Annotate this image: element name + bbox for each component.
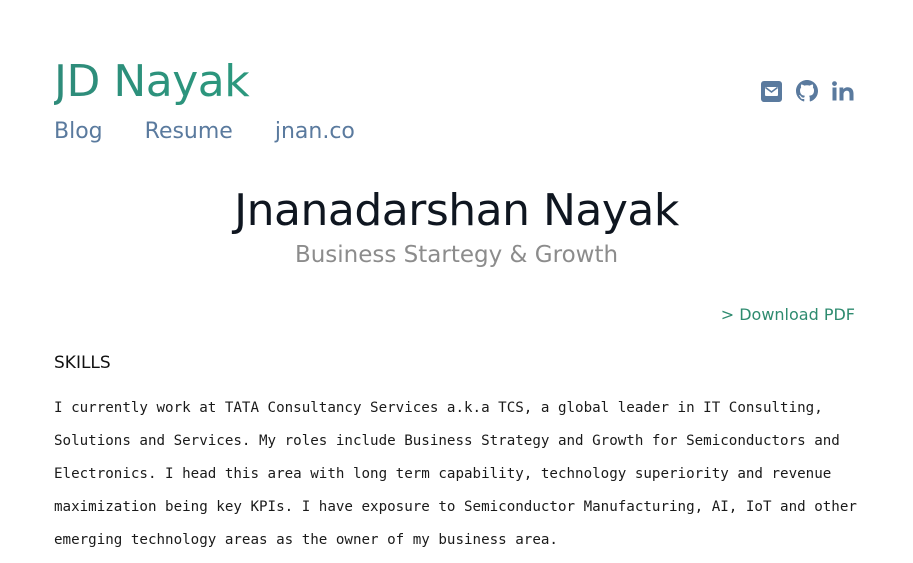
linkedin-link[interactable]: [831, 78, 855, 104]
skills-heading: SKILLS: [54, 353, 111, 373]
hero: Jnanadarshan Nayak Business Startegy & G…: [0, 182, 913, 270]
skills-description: I currently work at TATA Consultancy Ser…: [54, 400, 857, 548]
github-link[interactable]: [795, 78, 819, 104]
nav-link-blog[interactable]: Blog: [54, 112, 103, 152]
social-links: [747, 78, 855, 104]
profile-name: Jnanadarshan Nayak: [234, 185, 679, 236]
envelope-icon: [760, 80, 782, 102]
linkedin-icon: [832, 81, 854, 101]
profile-tagline: Business Startegy & Growth: [294, 242, 619, 268]
github-icon: [796, 80, 818, 102]
email-link[interactable]: [759, 78, 783, 104]
nav-link-jnan-co[interactable]: jnan.co: [275, 112, 355, 152]
site-title-link[interactable]: JD Nayak: [54, 52, 397, 112]
download-pdf-link[interactable]: > Download PDF: [721, 304, 855, 326]
site-header: JD Nayak Blog Resume jnan.co: [54, 52, 397, 152]
main-nav: Blog Resume jnan.co: [54, 112, 397, 152]
nav-link-resume[interactable]: Resume: [145, 112, 233, 152]
